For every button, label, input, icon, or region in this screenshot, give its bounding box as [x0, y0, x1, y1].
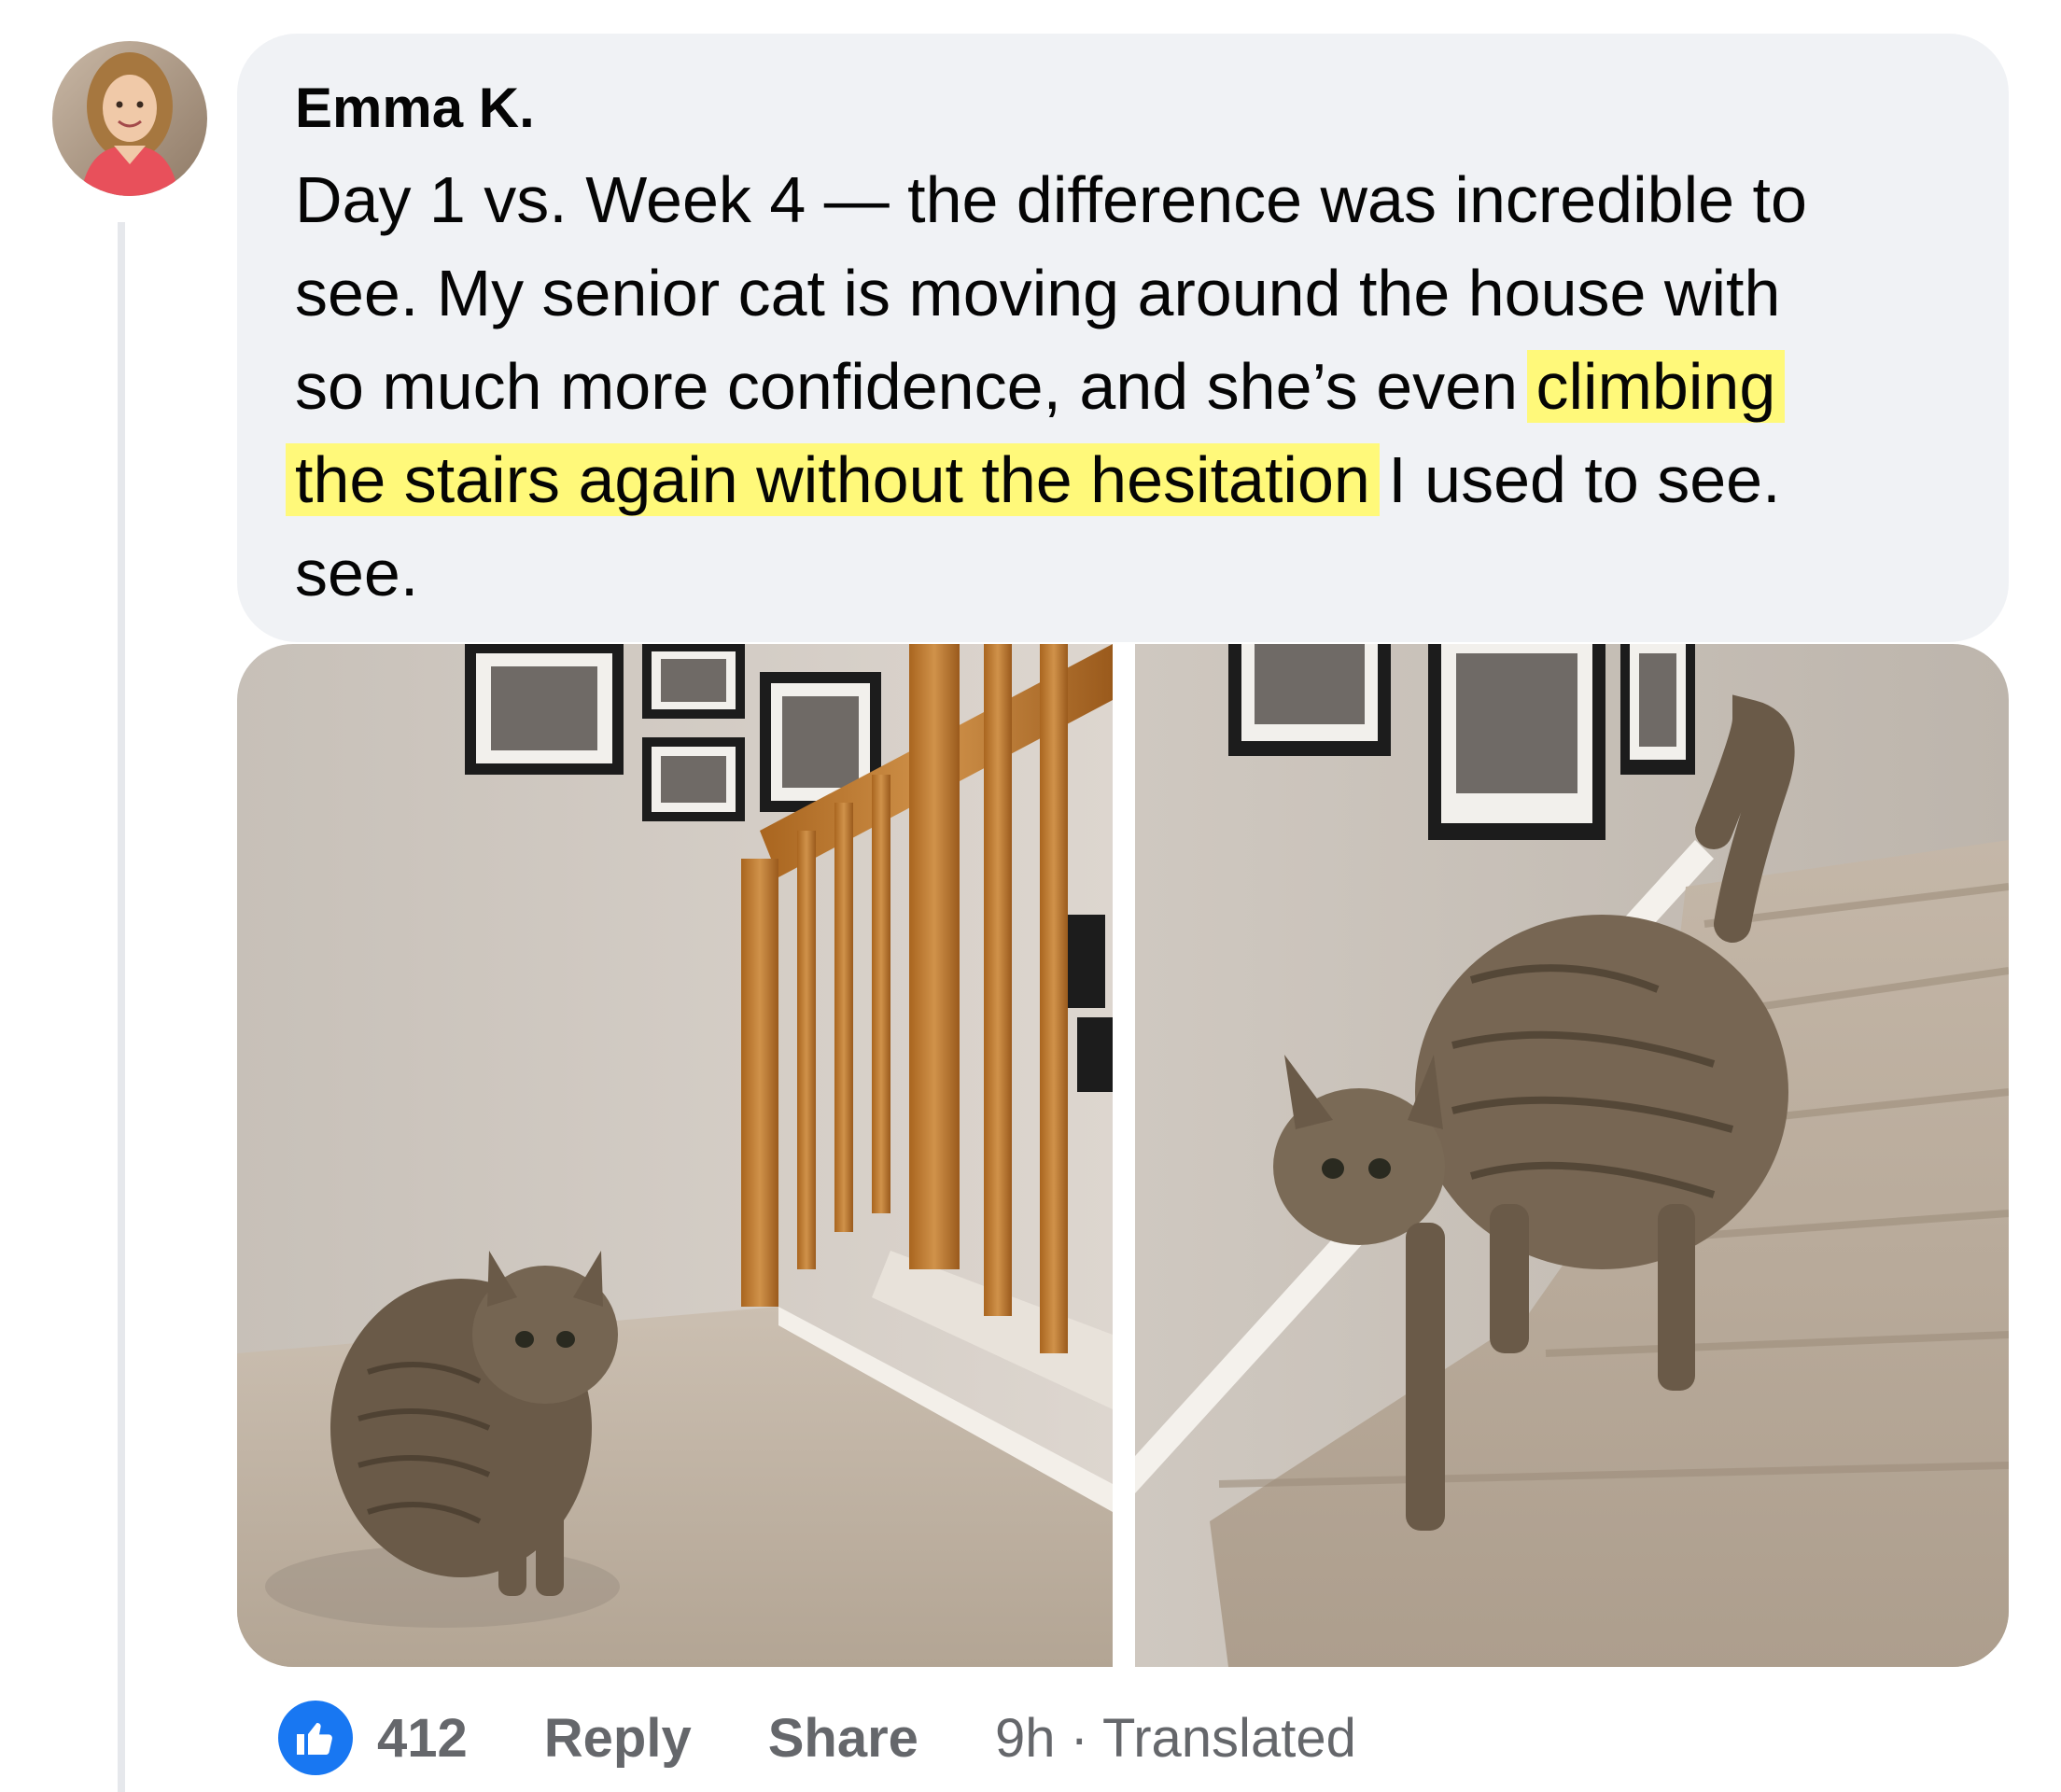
like-reaction-badge[interactable]: [278, 1701, 353, 1775]
comment-author[interactable]: Emma K.: [295, 71, 2009, 146]
photo-day-1[interactable]: [237, 644, 1113, 1667]
photo-grid: [237, 644, 2009, 1667]
reply-button[interactable]: Reply: [544, 1707, 692, 1770]
highlighted-text: the stairs again without the hesitation: [286, 443, 1380, 516]
comment-actions: 412 Reply Share 9h · Translated: [278, 1701, 1356, 1775]
comment-text-segment: I used to see.: [1369, 443, 1781, 516]
highlighted-text: climbing: [1526, 350, 1786, 423]
comment-meta: 9h · Translated: [995, 1707, 1356, 1770]
timestamp[interactable]: 9h: [995, 1708, 1056, 1769]
comment-line: Day 1 vs. Week 4 — the difference was in…: [295, 153, 1966, 246]
comment-text-segment: see. My senior cat is moving around the …: [295, 257, 1781, 329]
cat-walking-stairs-photo: [1135, 644, 2009, 1667]
comment-text-segment: Day 1 vs. Week 4 — the difference was in…: [295, 163, 1807, 236]
avatar[interactable]: [52, 41, 207, 196]
comment-text: Day 1 vs. Week 4 — the difference was in…: [286, 153, 1966, 620]
cat-on-stairs-photo: [237, 644, 1113, 1667]
comment-line: so much more confidence, and she’s even …: [295, 340, 1966, 433]
translated-label[interactable]: Translated: [1102, 1708, 1356, 1769]
like-count[interactable]: 412: [377, 1707, 468, 1770]
comment-text-segment: see.: [295, 537, 419, 609]
comment-text-segment: so much more confidence, and she’s even: [295, 350, 1536, 423]
comment-bubble: Emma K. Day 1 vs. Week 4 — the differenc…: [237, 34, 2009, 642]
meta-separator: ·: [1055, 1707, 1102, 1769]
comment-line: the stairs again without the hesitation …: [286, 433, 1966, 526]
share-button[interactable]: Share: [768, 1707, 918, 1770]
photo-week-4[interactable]: [1135, 644, 2009, 1667]
thread-line: [118, 222, 125, 1792]
comment-line: see.: [295, 526, 1966, 620]
avatar-photo: [52, 41, 207, 196]
comment-line: see. My senior cat is moving around the …: [295, 246, 1966, 340]
thumbs-up-icon: [297, 1723, 332, 1755]
